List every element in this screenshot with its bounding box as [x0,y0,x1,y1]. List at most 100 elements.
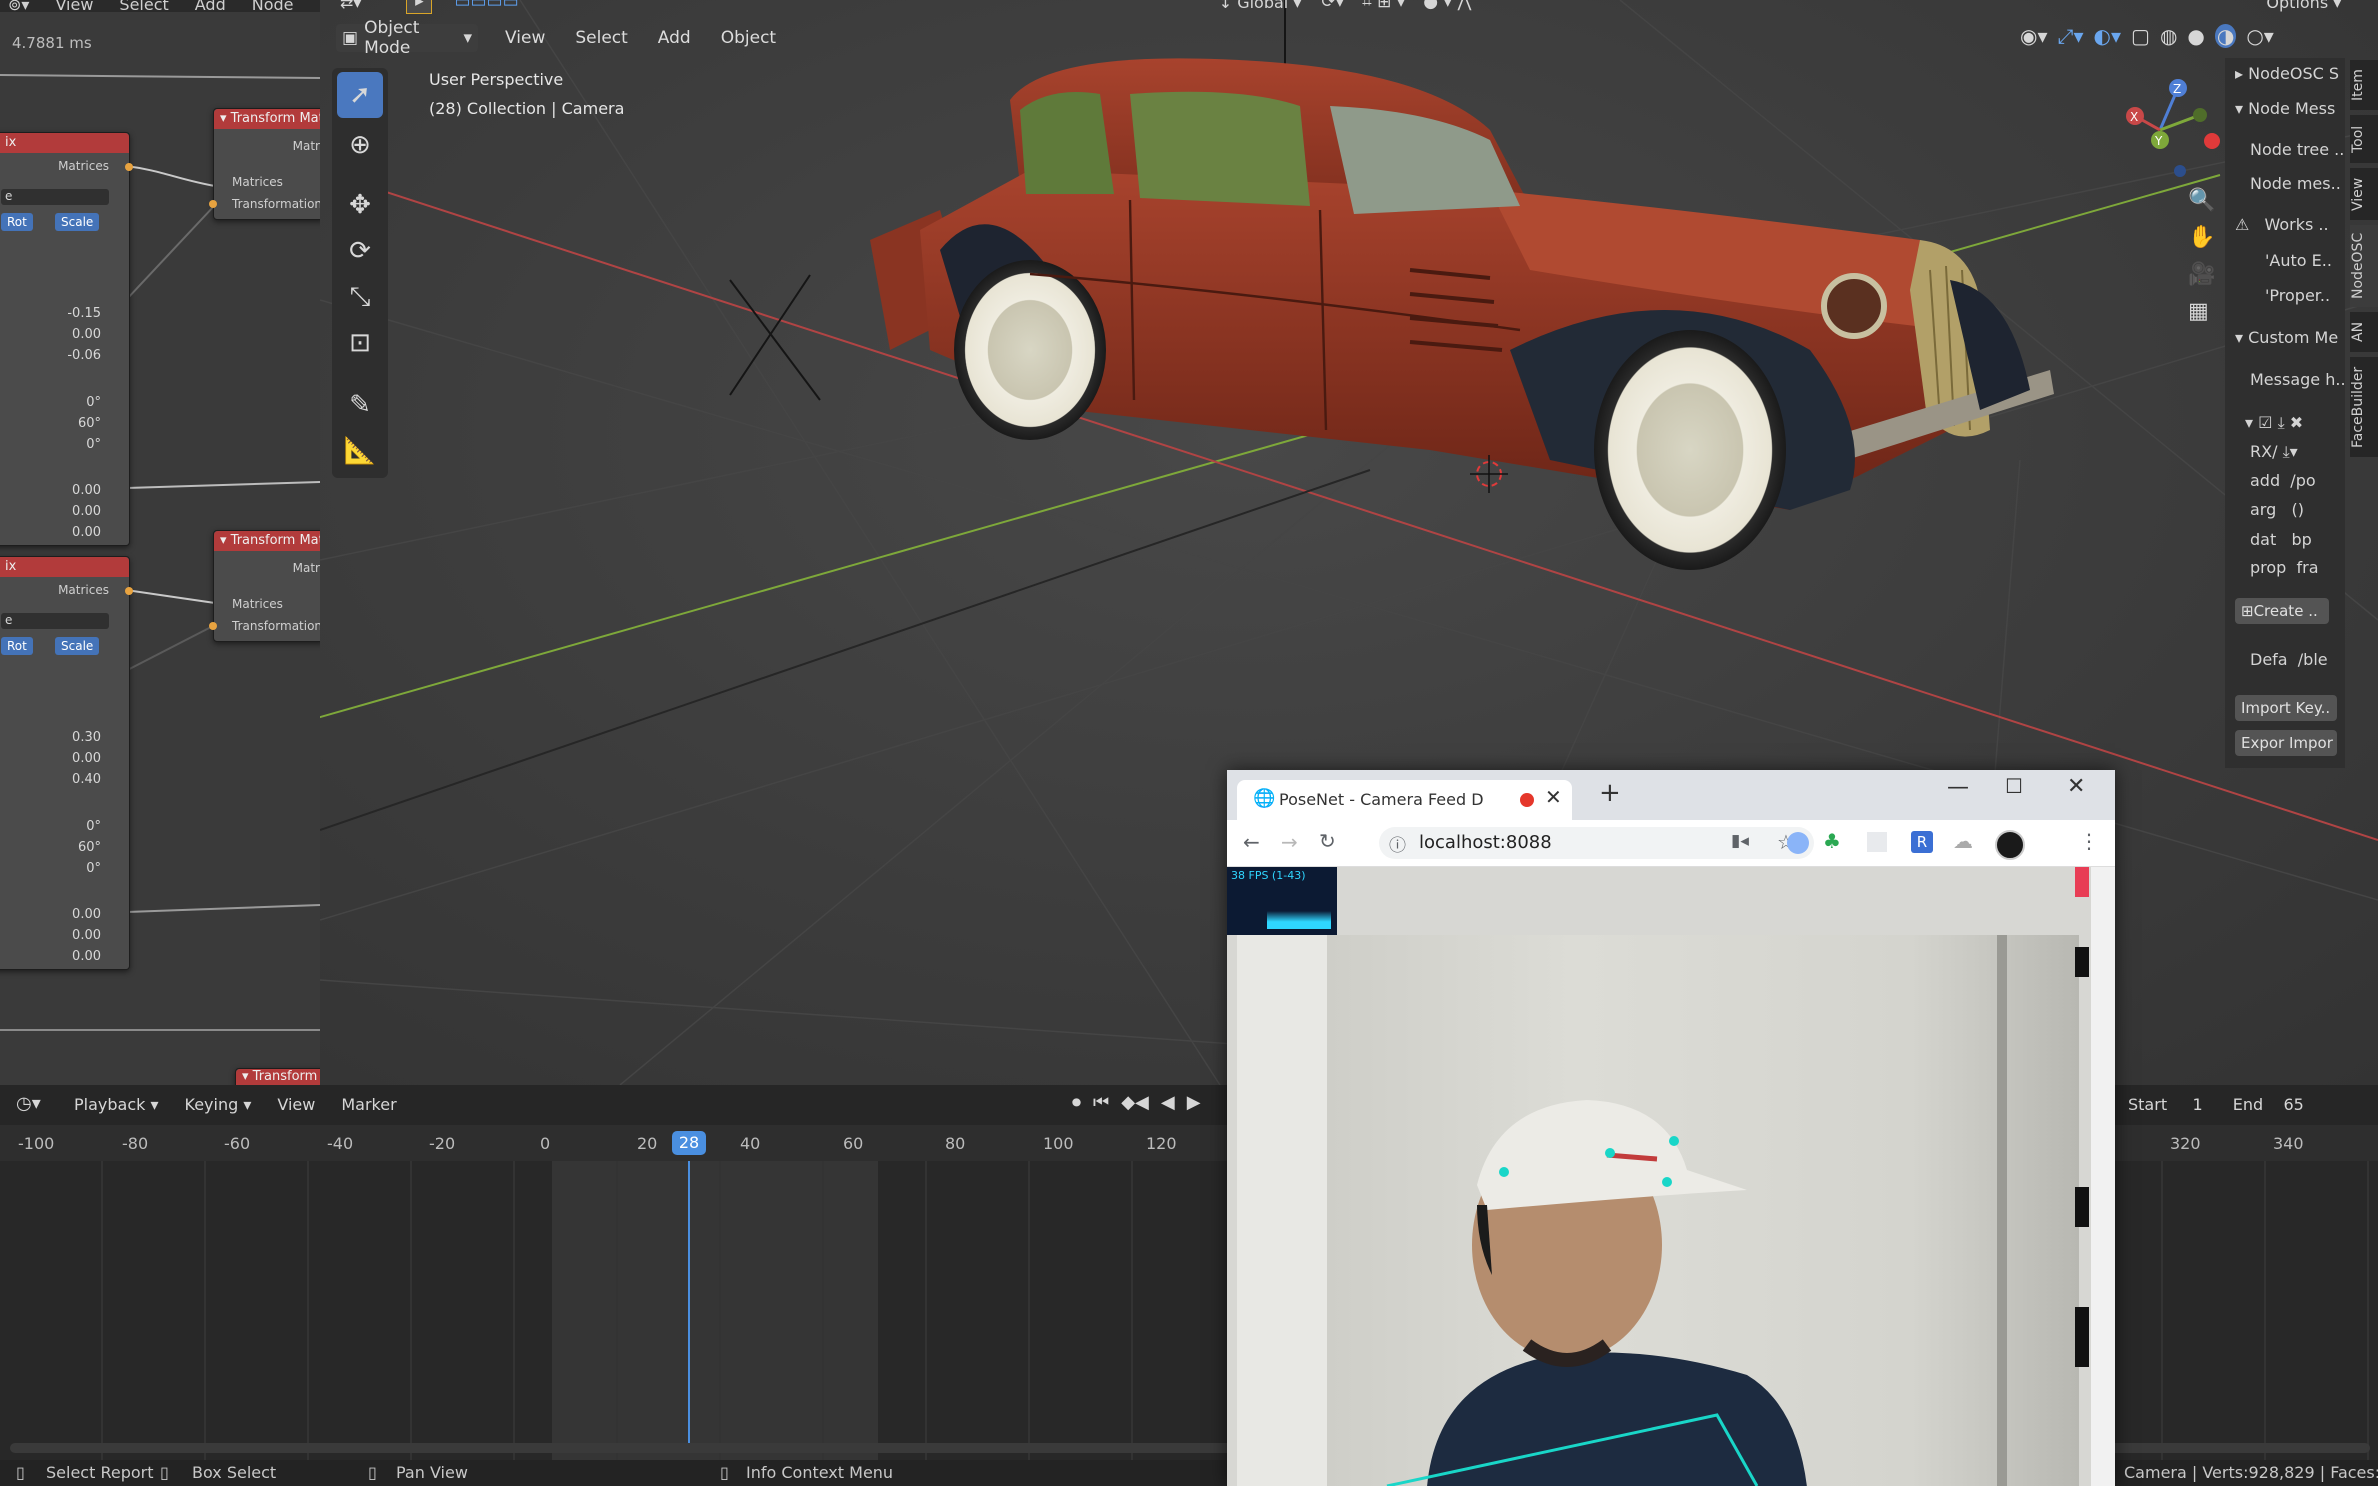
rot-toggle[interactable]: Rot [1,213,33,231]
export-import-button[interactable]: Expor Impor [2235,730,2337,756]
minimize-icon[interactable]: — [1947,775,1969,800]
select-mode-icons[interactable]: ▭▭▭▭ [454,0,518,12]
timeline-editor-type-icon[interactable]: ◷▾ [16,1093,41,1114]
tab-tool[interactable]: Tool [2350,115,2378,163]
prev-keyframe-icon[interactable]: ◆◀ [1121,1092,1149,1113]
profile-avatar[interactable] [1995,830,2025,860]
custom-item-controls[interactable]: ▾ ☑ ⤓ ✖ [2245,413,2303,433]
reload-icon[interactable]: ↻ [1319,829,1336,853]
solid-shading-icon[interactable]: ● [2187,24,2204,48]
scale-tool-icon[interactable]: ⤡ [337,274,383,320]
menu-kebab-icon[interactable]: ⋮ [2079,829,2099,853]
playhead-line[interactable] [688,1161,690,1451]
vintage-car-model[interactable] [830,50,2250,690]
node-value[interactable]: 0.40 [1,772,101,787]
scale-toggle[interactable]: Scale [55,213,100,231]
combine-matrix-node-1[interactable]: ix Matrices e Rot Scale -0.15 0.00 -0.06… [0,132,133,546]
pan-hand-icon[interactable]: ✋ [2188,225,2215,250]
node-value[interactable]: 0° [1,861,101,876]
browser-window[interactable]: 🌐 PoseNet - Camera Feed D ✕ + — ☐ ✕ ← → … [1227,770,2115,1486]
menu-marker[interactable]: Marker [341,1095,396,1114]
forward-icon[interactable]: → [1281,830,1298,854]
node-value[interactable]: 0.30 [1,730,101,745]
orientation-dropdown[interactable]: ↕ Global ▾ [1219,0,1302,12]
node-value[interactable]: 0° [1,437,101,452]
menu-keying[interactable]: Keying ▾ [185,1095,252,1114]
end-field[interactable]: End 65 [2233,1095,2304,1114]
move-tool-icon[interactable]: ✥ [337,182,383,228]
menu-add[interactable]: Add [658,28,691,48]
combine-matrix-node-2[interactable]: ix Matrices e Rot Scale 0.30 0.00 0.40 0… [0,556,133,970]
visibility-icon[interactable]: ◉▾ [2020,24,2048,48]
page-scrollbar[interactable] [2075,867,2115,1486]
rot-toggle[interactable]: Rot [1,637,33,655]
tab-an[interactable]: AN [2350,312,2378,352]
node-output-socket[interactable] [125,587,133,595]
node-value[interactable]: 0.00 [1,928,101,943]
transform-orientation-icon[interactable]: ⇄▾ [340,0,361,12]
tab-item[interactable]: Item [2350,60,2378,110]
proportional-edit-icon[interactable]: ● ▾ ⋀ [1423,0,1471,12]
ortho-grid-icon[interactable]: ▦ [2188,299,2215,324]
3d-cursor-icon[interactable] [1470,455,1508,493]
node-value[interactable]: 0.00 [1,525,101,540]
tab-nodeosc[interactable]: NodeOSC [2350,225,2378,307]
xray-icon[interactable]: ▢ [2131,24,2150,48]
node-value[interactable]: 0° [1,819,101,834]
download-icon[interactable]: ⤓ [2278,413,2285,432]
node-output-socket[interactable] [125,163,133,171]
material-shading-icon[interactable]: ◑ [2214,24,2237,48]
play-icon[interactable]: ▶ [1187,1092,1201,1113]
play-reverse-icon[interactable]: ◀ [1161,1092,1175,1113]
node-input-socket[interactable] [209,200,217,208]
node-value[interactable]: 0.00 [1,907,101,922]
rendered-shading-icon[interactable]: ○▾ [2246,24,2274,48]
cloud-extension-icon[interactable]: ☁ [1953,829,1973,853]
new-tab-icon[interactable]: + [1599,778,1621,808]
node-select[interactable]: e [1,189,109,205]
jump-start-icon[interactable]: ⏮ [1093,1092,1109,1113]
node-value[interactable]: 0.00 [1,327,101,342]
node-value[interactable]: -0.15 [1,306,101,321]
navigation-gizmo[interactable]: Z Y X [2100,70,2230,190]
menu-view[interactable]: View [277,1095,315,1114]
extension-icon[interactable] [1867,832,1887,852]
camera-permission-icon[interactable]: ▮◂ [1731,831,1749,851]
evernote-extension-icon[interactable]: ♣ [1823,829,1841,853]
tab-facebuilder[interactable]: FaceBuilder [2350,357,2378,457]
import-keymap-button[interactable]: Import Key.. [2235,695,2337,721]
extension-icon[interactable] [1787,832,1809,854]
posenet-page[interactable]: 38 FPS (1-43) [1227,867,2115,1486]
node-value[interactable]: 0° [1,395,101,410]
zoom-icon[interactable]: 🔍 [2188,188,2215,213]
overlay-toggle-icon[interactable]: ◐▾ [2094,24,2122,48]
gizmo-toggle-icon[interactable]: ⤢▾ [2058,24,2084,48]
wireframe-shading-icon[interactable]: ◍ [2160,24,2177,48]
node-input-socket[interactable] [209,622,217,630]
rx-field[interactable]: RX/ ⤓▾ [2250,442,2298,462]
node-value[interactable]: 0.00 [1,504,101,519]
node-value[interactable]: 60° [1,416,101,431]
create-button[interactable]: ⊞Create .. [2235,598,2329,624]
node-value[interactable]: 0.00 [1,949,101,964]
node-value[interactable]: 60° [1,840,101,855]
transform-matrix-node-2[interactable]: ▾ Transform Mat Matr Matrices Transforma… [209,530,320,642]
r-extension-icon[interactable]: R [1911,831,1933,853]
custom-messages-header[interactable]: ▾ Custom Me [2235,328,2338,347]
transform-matrix-node-1[interactable]: ▾ Transform Mat Matr Matrices Transforma… [209,108,320,220]
object-mode-dropdown[interactable]: ▣ Object Mode ▾ [336,18,478,58]
camera-view-icon[interactable]: 🎥 [2188,262,2215,287]
remove-icon[interactable]: ✖ [2290,413,2303,432]
address-field[interactable]: add /po [2250,471,2316,490]
node-messages-header[interactable]: ▾ Node Mess [2235,99,2335,118]
info-icon[interactable]: ⓘ [1389,831,1406,856]
transform-tool-icon[interactable]: ⊡ [337,320,383,366]
menu-playback[interactable]: Playback ▾ [74,1095,159,1114]
node-value[interactable]: 0.00 [1,751,101,766]
enable-checkbox[interactable]: ☑ [2258,413,2272,432]
maximize-icon[interactable]: ☐ [2005,774,2023,798]
address-bar[interactable]: ⓘ localhost:8088 ▮◂ ☆ [1379,827,1814,859]
args-field[interactable]: arg () [2250,500,2304,519]
tab-view[interactable]: View [2350,168,2378,220]
transform-matrix-node-3[interactable]: ▾ Transform [235,1068,320,1085]
